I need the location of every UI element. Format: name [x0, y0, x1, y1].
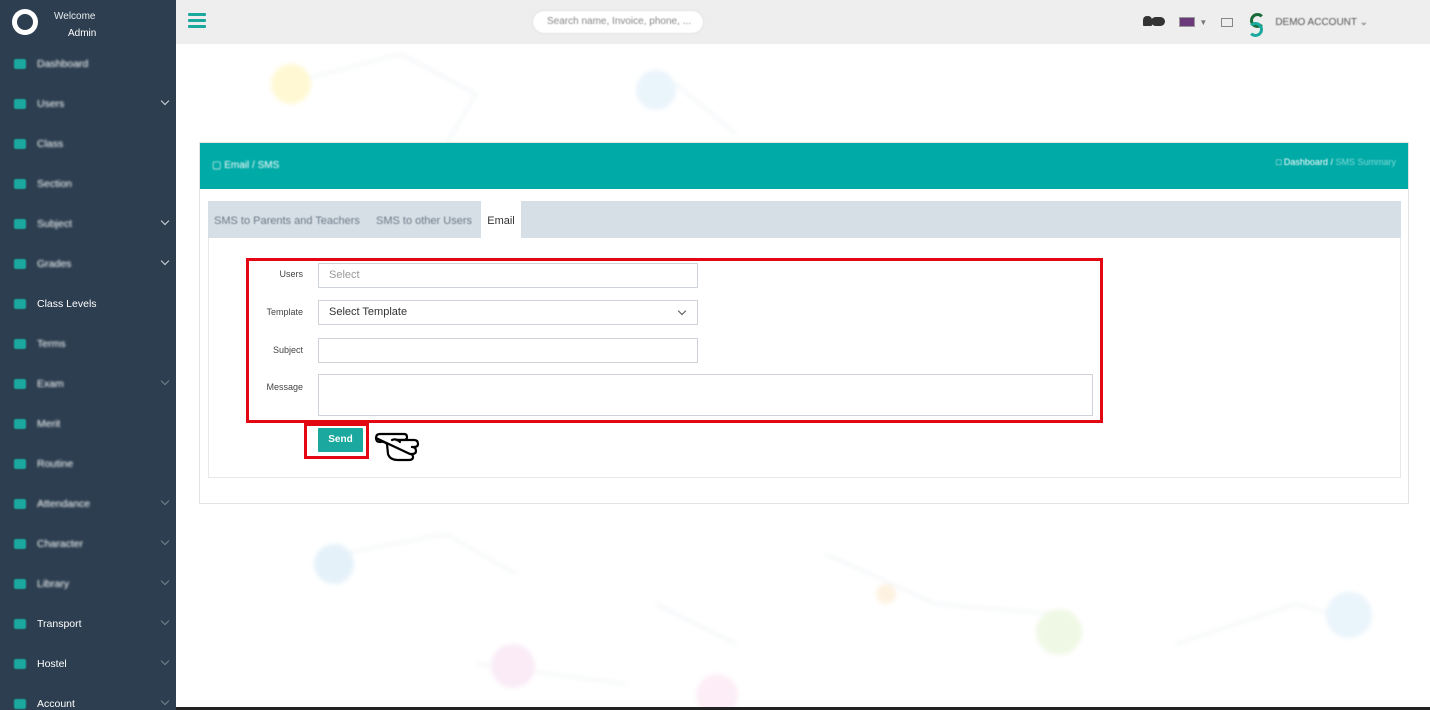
sidebar-item-label: Routine	[37, 458, 74, 470]
sidebar-item-label: Account	[37, 698, 75, 710]
tab-sms-other-users[interactable]: SMS to other Users	[376, 201, 472, 238]
sidebar-item-section[interactable]: Section	[0, 164, 176, 204]
breadcrumb: □ Dashboard / SMS Summary	[1275, 157, 1396, 167]
sidebar-item-users[interactable]: Users	[0, 84, 176, 124]
school-logo-icon	[1247, 12, 1266, 37]
tab-bar: SMS to Parents and Teachers SMS to other…	[208, 201, 1401, 238]
edit-icon	[14, 259, 26, 269]
breadcrumb-current: SMS Summary	[1335, 157, 1396, 167]
chevron-down-icon	[160, 656, 170, 666]
chevron-down-icon	[160, 96, 170, 106]
sidebar-item-attendance[interactable]: Attendance	[0, 484, 176, 524]
sidebar-item-exam[interactable]: Exam	[0, 364, 176, 404]
sidebar-item-merit[interactable]: Merit	[0, 404, 176, 444]
tab-email[interactable]: Email	[481, 201, 521, 238]
topbar: Search name, Invoice, phone, ... ▼ DEMO …	[176, 0, 1430, 44]
chevron-down-icon	[160, 576, 170, 586]
file-icon	[14, 379, 26, 389]
sidebar-item-subject[interactable]: Subject	[0, 204, 176, 244]
sidebar-item-label: Library	[37, 578, 70, 590]
panel-title: ▢ Email / SMS	[212, 160, 280, 171]
sidebar-item-label: Subject	[37, 218, 73, 230]
search-input[interactable]: Search name, Invoice, phone, ...	[532, 10, 704, 34]
home-icon	[14, 59, 26, 69]
sidebar-item-label: Character	[37, 538, 84, 550]
users-icon	[14, 99, 26, 109]
books-icon	[14, 579, 26, 589]
user-name: Admin	[68, 28, 97, 39]
sidebar-item-label: Section	[37, 178, 73, 190]
chevron-down-icon	[160, 616, 170, 626]
chevron-down-icon[interactable]: ▼	[1199, 18, 1207, 27]
sidebar-item-label: Class	[37, 138, 64, 150]
sidebar-item-label: Dashboard	[37, 58, 89, 70]
tab-sms-parents-teachers[interactable]: SMS to Parents and Teachers	[214, 201, 360, 238]
chevron-down-icon	[160, 496, 170, 506]
bed-icon	[14, 659, 26, 669]
circle-icon	[14, 459, 26, 469]
sidebar-item-label: Terms	[37, 338, 66, 350]
clipboard-icon	[14, 499, 26, 509]
notification-icon[interactable]	[1143, 15, 1166, 29]
sitemap-icon	[14, 139, 26, 149]
sidebar-item-class-levels[interactable]: Class Levels	[0, 284, 176, 324]
send-highlight-box	[304, 423, 369, 459]
edit-icon	[14, 539, 26, 549]
user-icon	[14, 419, 26, 429]
edit-icon	[14, 219, 26, 229]
chevron-down-icon	[160, 216, 170, 226]
sidebar-item-label: Transport	[37, 618, 82, 630]
sidebar-item-label: Attendance	[37, 498, 91, 510]
sidebar-item-label: Exam	[37, 378, 64, 390]
sidebar-item-label: Users	[37, 98, 65, 110]
money-icon	[14, 699, 26, 709]
sidebar-item-character[interactable]: Character	[0, 524, 176, 564]
chevron-down-icon	[160, 376, 170, 386]
star-icon	[14, 179, 26, 189]
sidebar-item-account[interactable]: Account	[0, 684, 176, 710]
sidebar-item-hostel[interactable]: Hostel	[0, 644, 176, 684]
signal-icon	[14, 339, 26, 349]
panel-header: ▢ Email / SMS □ Dashboard / SMS Summary	[200, 143, 1408, 189]
form-highlight-box	[246, 258, 1103, 423]
bar-icon	[14, 299, 26, 309]
sidebar-item-routine[interactable]: Routine	[0, 444, 176, 484]
sidebar-item-label: Class Levels	[37, 298, 97, 310]
sidebar-item-grades[interactable]: Grades	[0, 244, 176, 284]
avatar[interactable]	[12, 9, 38, 35]
sidebar-item-dashboard[interactable]: Dashboard	[0, 44, 176, 84]
sidebar-item-label: Grades	[37, 258, 72, 270]
breadcrumb-home[interactable]: □ Dashboard	[1276, 157, 1328, 167]
sidebar-item-library[interactable]: Library	[0, 564, 176, 604]
pointing-hand-icon	[374, 432, 420, 462]
welcome-text: Welcome	[54, 11, 96, 22]
sidebar-item-class[interactable]: Class	[0, 124, 176, 164]
language-flag-icon[interactable]	[1179, 17, 1196, 27]
chevron-down-icon	[160, 696, 170, 706]
chevron-down-icon	[160, 256, 170, 266]
sidebar-user: Welcome Admin	[0, 0, 176, 44]
sidebar-item-terms[interactable]: Terms	[0, 324, 176, 364]
menu-toggle-icon[interactable]	[188, 13, 206, 28]
sidebar: Welcome Admin Dashboard Users Class Section…	[0, 0, 176, 710]
mail-icon[interactable]	[1221, 17, 1234, 27]
account-menu[interactable]: DEMO ACCOUNT ⌄	[1275, 17, 1368, 28]
sidebar-item-label: Merit	[37, 418, 61, 430]
chevron-down-icon	[160, 536, 170, 546]
sidebar-item-transport[interactable]: Transport	[0, 604, 176, 644]
sidebar-item-label: Hostel	[37, 658, 67, 670]
bus-icon	[14, 619, 26, 629]
